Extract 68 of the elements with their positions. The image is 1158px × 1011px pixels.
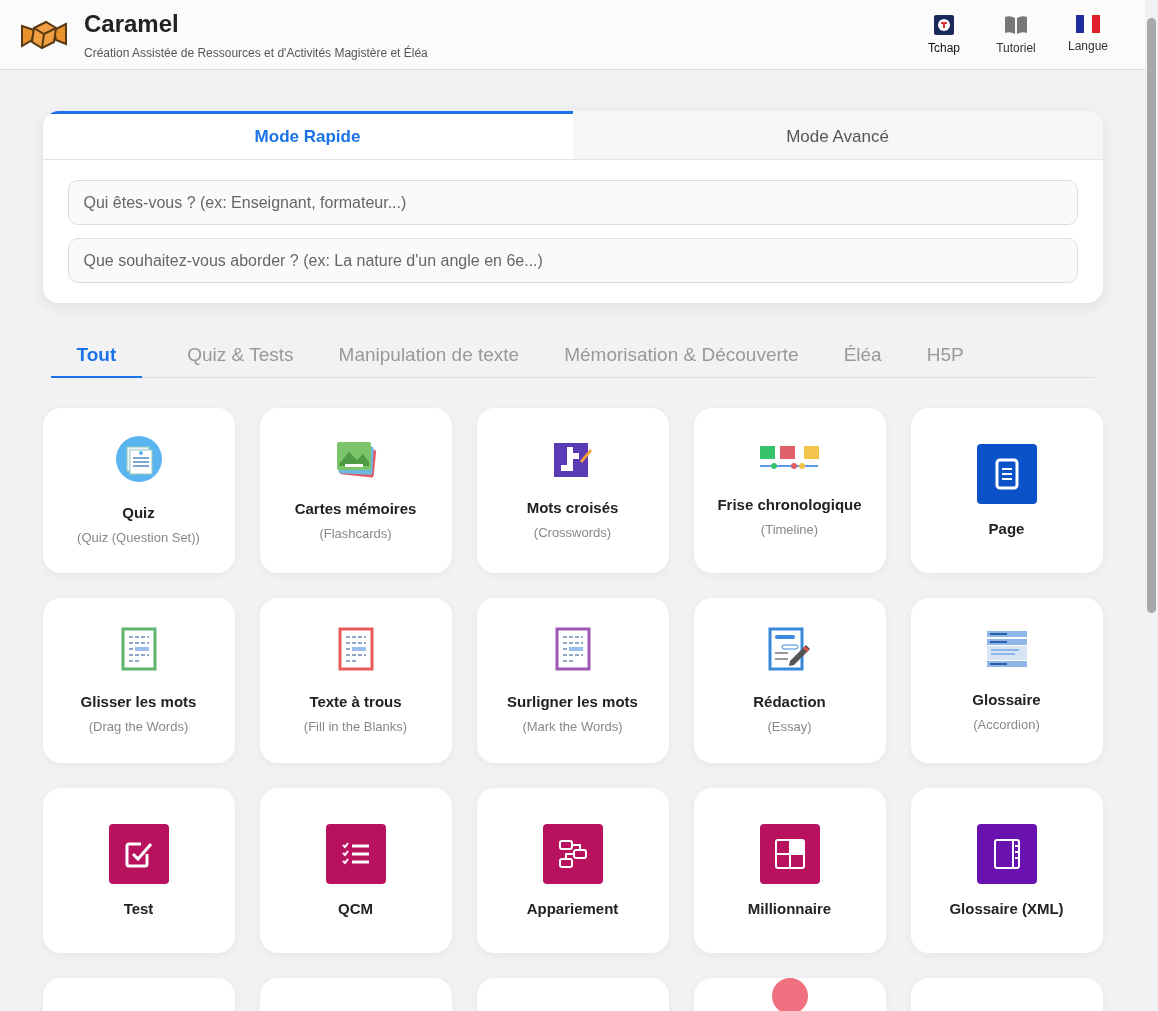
circle-icon xyxy=(771,977,808,1011)
book-icon xyxy=(1004,14,1028,35)
activity-card[interactable]: Mots croisés (Crosswords) xyxy=(476,408,669,573)
app-subtitle: Création Assistée de Ressources et d'Activités Magistère et Éléa xyxy=(84,45,428,60)
letter-book-tile-icon xyxy=(976,824,1037,884)
flag-icon xyxy=(1076,14,1100,33)
activity-card[interactable]: Page xyxy=(910,408,1103,573)
app-title: Caramel xyxy=(84,9,180,38)
card-title: Glossaire (XML) xyxy=(949,900,1064,917)
card-subtitle: (Essay) xyxy=(767,719,812,734)
document-pencil-icon xyxy=(767,627,812,671)
accordion-list-icon xyxy=(986,629,1027,669)
scrollbar[interactable] xyxy=(1145,0,1158,1011)
card-subtitle: (Mark the Words) xyxy=(522,719,623,734)
card-title: Page xyxy=(988,520,1025,537)
activity-card[interactable]: Glossaire (Accordion) xyxy=(910,598,1103,763)
crossword-icon xyxy=(553,441,592,477)
category-tab[interactable]: Tout xyxy=(50,340,143,378)
card-title: Glisser les mots xyxy=(80,693,197,710)
activity-card[interactable]: Glisser les mots (Drag the Words) xyxy=(42,598,235,763)
input-field[interactable]: Qui êtes-vous ? (ex: Enseignant, formateur...) xyxy=(67,180,1078,225)
card-title: Millionnaire xyxy=(747,900,832,917)
chat-icon xyxy=(934,14,954,35)
card-title: Quiz xyxy=(122,504,155,521)
language-link[interactable]: Langue xyxy=(1063,14,1113,55)
linked-pairs-tile-icon xyxy=(542,824,603,884)
activity-card[interactable]: Rédaction (Essay) xyxy=(693,598,886,763)
quiz-icon xyxy=(115,436,162,482)
tutorial-link[interactable]: Tutoriel xyxy=(991,14,1041,55)
card-subtitle: (Crosswords) xyxy=(533,525,612,540)
card-title: Surligner les mots xyxy=(507,693,638,710)
card-title: Test xyxy=(123,900,154,917)
card-title: QCM xyxy=(338,900,373,917)
highlighted-document-icon xyxy=(554,627,591,671)
activity-card[interactable]: Frise chronologique (Timeline) xyxy=(693,408,886,573)
activity-card[interactable]: Test xyxy=(42,788,235,953)
card-title: Texte à trous xyxy=(309,693,402,710)
card-title: Appariement xyxy=(526,900,619,917)
activity-card[interactable]: Appariement xyxy=(476,788,669,953)
letter-grid-tile-icon xyxy=(759,824,820,884)
document-tile-icon xyxy=(976,444,1037,504)
card-title: Mots croisés xyxy=(526,499,619,516)
blank-lines-document-icon xyxy=(337,627,374,671)
activity-card[interactable]: Texte à trous (Fill in the Blanks) xyxy=(259,598,452,763)
card-title: Cartes mémoires xyxy=(294,500,417,517)
mode-tab[interactable]: Mode Rapide xyxy=(42,111,573,159)
card-subtitle: (Drag the Words) xyxy=(88,719,189,734)
card-title: Rédaction xyxy=(753,693,826,710)
card-subtitle: (Quiz (Question Set)) xyxy=(77,530,200,545)
card-title: Glossaire xyxy=(972,691,1041,708)
mode-tab[interactable]: Mode Avancé xyxy=(572,111,1103,159)
activity-card[interactable]: Cartes mémoires (Flashcards) xyxy=(259,408,452,573)
checkbox-tile-icon xyxy=(108,824,169,884)
card-title: Frise chronologique xyxy=(717,496,862,513)
picture-cards-icon xyxy=(334,440,377,478)
card-subtitle: (Accordion) xyxy=(973,717,1040,732)
tchap-link[interactable]: Tchap xyxy=(919,14,969,55)
checklist-tile-icon xyxy=(325,824,386,884)
input-field[interactable]: Que souhaitez-vous aborder ? (ex: La nature d'un angle en 6e...) xyxy=(67,238,1078,283)
activity-card[interactable]: Quiz (Quiz (Question Set)) xyxy=(42,408,235,573)
activity-card[interactable]: Glossaire (XML) xyxy=(910,788,1103,953)
card-subtitle: (Flashcards) xyxy=(319,526,392,541)
card-subtitle: (Fill in the Blanks) xyxy=(303,719,408,734)
card-subtitle: (Timeline) xyxy=(760,522,819,537)
activity-card[interactable]: Surligner les mots (Mark the Words) xyxy=(476,598,669,763)
text-document-icon xyxy=(120,627,157,671)
activity-card[interactable]: Millionnaire xyxy=(693,788,886,953)
activity-card[interactable]: QCM xyxy=(259,788,452,953)
